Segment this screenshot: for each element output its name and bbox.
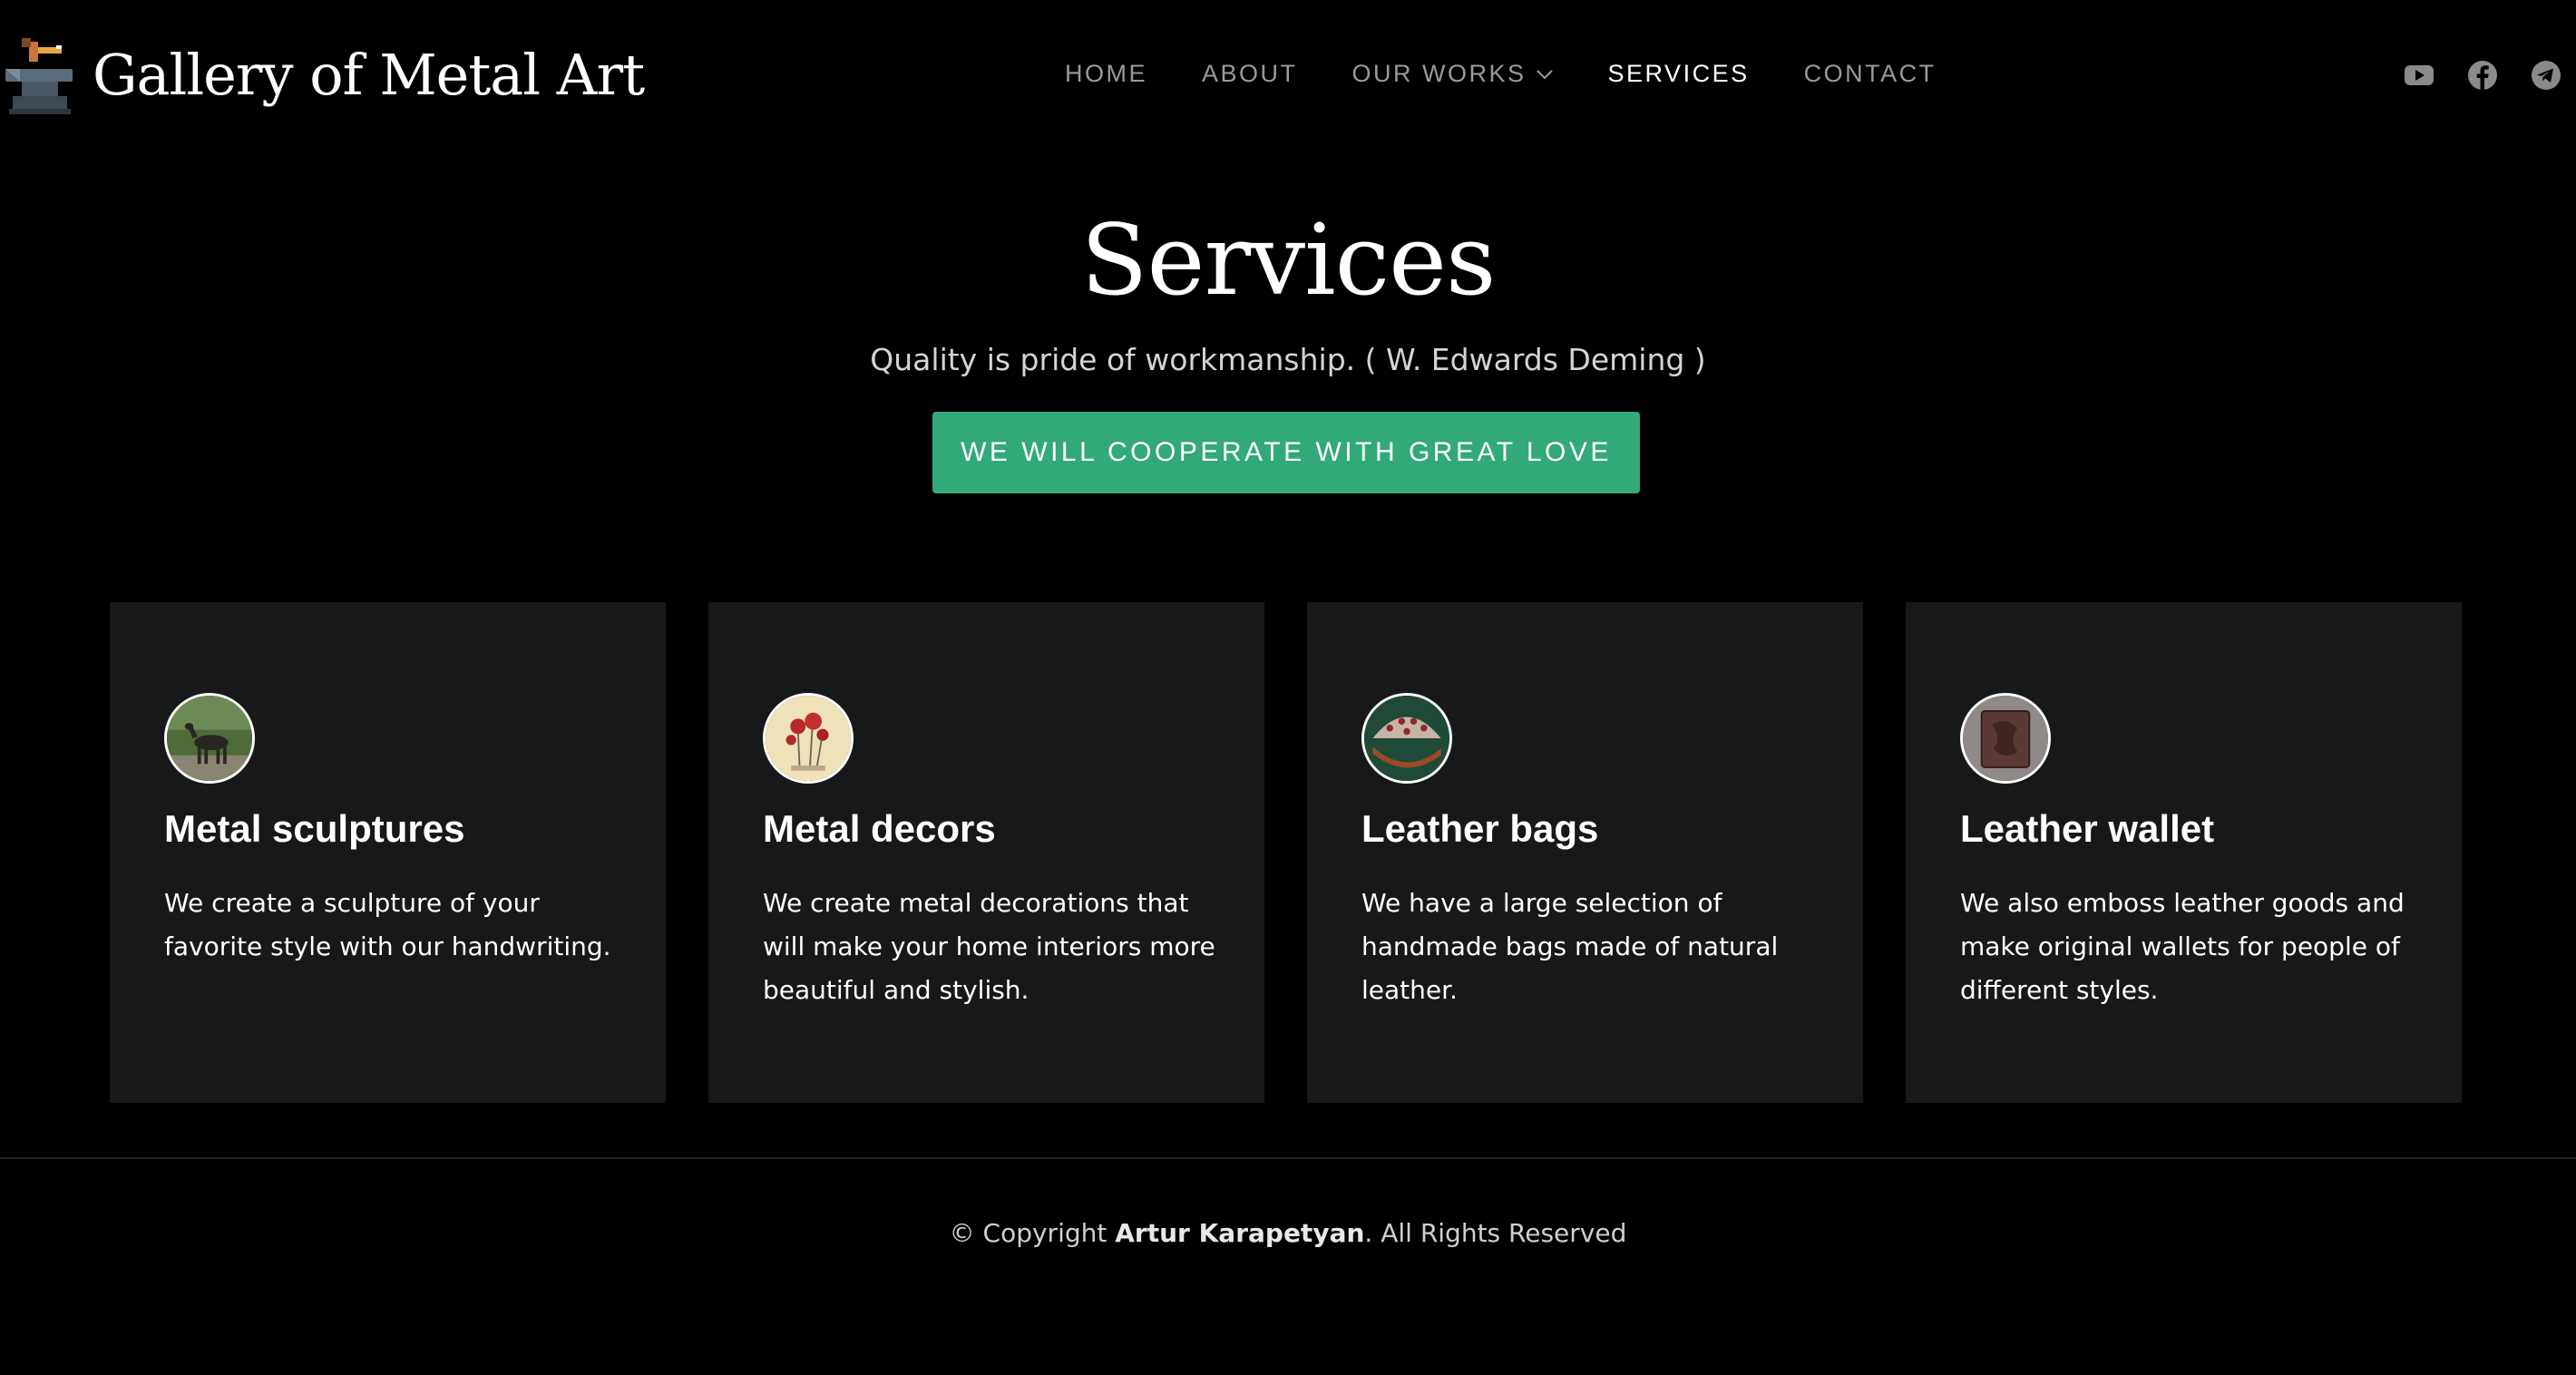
- nav-our-works-label: OUR WORKS: [1351, 60, 1527, 87]
- metal-sculpture-thumbnail: [164, 693, 255, 784]
- copyright-suffix: . All Rights Reserved: [1364, 1218, 1627, 1248]
- site-title: Gallery of Metal Art: [93, 42, 645, 108]
- copyright-author: Artur Karapetyan: [1115, 1218, 1365, 1248]
- service-title: Metal decors: [763, 807, 996, 850]
- social-links: [2404, 60, 2576, 91]
- service-description: We create metal decorations that will ma…: [763, 888, 1215, 1005]
- metal-decor-thumbnail: [763, 693, 854, 784]
- copyright-prefix: © Copyright: [949, 1218, 1116, 1248]
- service-card-leather-wallet: Leather wallet We also emboss leather go…: [1906, 602, 2462, 1103]
- nav-contact[interactable]: CONTACT: [1804, 60, 1937, 88]
- service-title: Leather wallet: [1960, 807, 2215, 850]
- leather-bag-image: [1364, 696, 1449, 781]
- service-description: We have a large selection of handmade ba…: [1361, 888, 1779, 1005]
- services-list: Metal sculptures We create a sculpture o…: [110, 602, 2462, 1103]
- nav-about[interactable]: ABOUT: [1202, 60, 1298, 88]
- service-card-leather-bags: Leather bags We have a large selection o…: [1307, 602, 1863, 1103]
- facebook-link[interactable]: [2467, 60, 2498, 91]
- deer-sculpture-image: [167, 696, 252, 781]
- cooperate-button[interactable]: WE WILL COOPERATE WITH GREAT LOVE: [932, 412, 1640, 493]
- leather-bag-thumbnail: [1361, 693, 1452, 784]
- page-title: Services: [1080, 204, 1497, 317]
- service-description: We create a sculpture of your favorite s…: [164, 888, 611, 961]
- youtube-icon: [2405, 65, 2434, 85]
- nav-home[interactable]: HOME: [1065, 60, 1147, 88]
- page-subtitle-quote: Quality is pride of workmanship. ( W. Ed…: [870, 342, 1706, 377]
- leather-wallet-image: [1963, 696, 2048, 781]
- footer-divider: [0, 1157, 2576, 1159]
- nav-services[interactable]: SERVICES: [1608, 60, 1750, 88]
- service-card-metal-sculptures: Metal sculptures We create a sculpture o…: [110, 602, 666, 1103]
- telegram-link[interactable]: [2531, 60, 2561, 91]
- logo-link[interactable]: Gallery of Metal Art: [4, 34, 645, 116]
- copyright-text: © Copyright Artur Karapetyan. All Rights…: [0, 1214, 2576, 1253]
- anvil-logo-icon: [5, 38, 73, 114]
- telegram-icon: [2532, 61, 2561, 90]
- service-title: Metal sculptures: [164, 807, 465, 850]
- poppy-decor-image: [766, 696, 851, 781]
- nav-our-works[interactable]: OUR WORKS: [1352, 60, 1554, 88]
- leather-wallet-thumbnail: [1960, 693, 2051, 784]
- service-title: Leather bags: [1361, 807, 1599, 850]
- chevron-down-icon: [1536, 69, 1553, 79]
- main-nav: HOME ABOUT OUR WORKS SERVICES CONTACT: [1065, 60, 1937, 88]
- service-description: We also emboss leather goods and make or…: [1960, 888, 2405, 1005]
- facebook-icon: [2468, 61, 2497, 90]
- youtube-link[interactable]: [2404, 60, 2435, 91]
- site-header: Gallery of Metal Art HOME ABOUT OUR WORK…: [0, 0, 2576, 152]
- service-card-metal-decors: Metal decors We create metal decorations…: [708, 602, 1264, 1103]
